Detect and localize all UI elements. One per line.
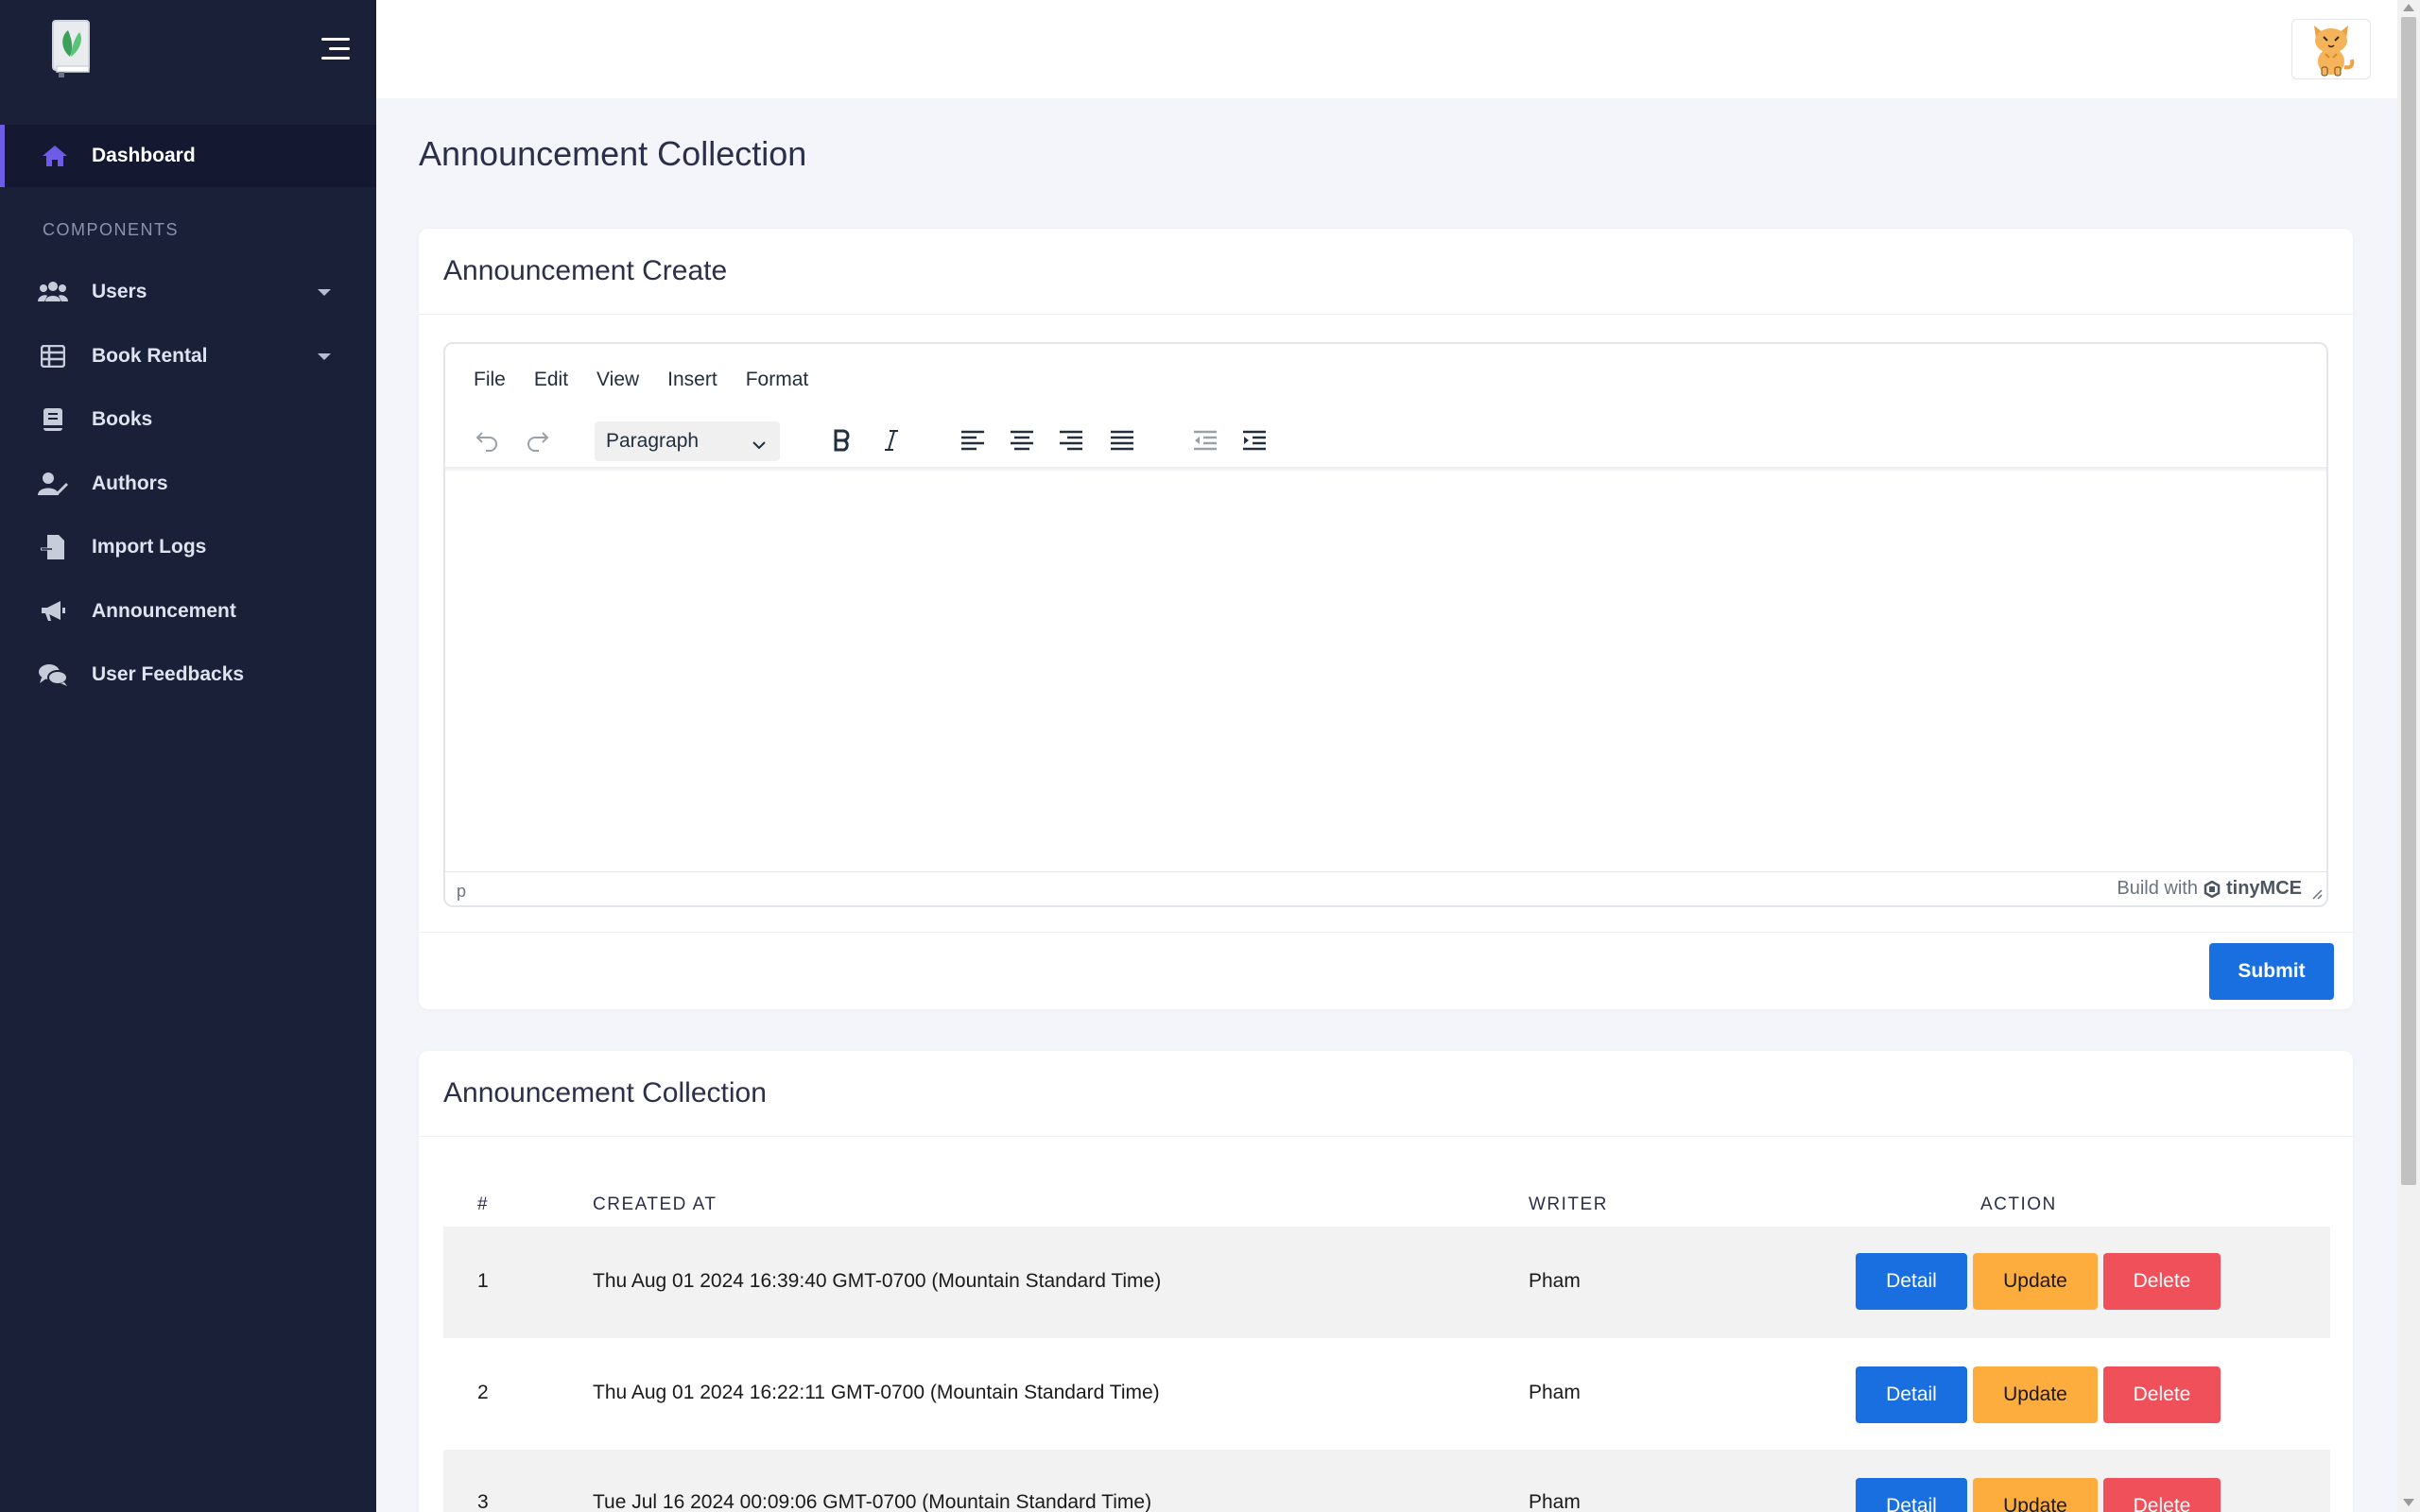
user-edit-icon	[38, 469, 68, 499]
column-header-number: #	[477, 1194, 490, 1214]
bullhorn-icon	[38, 596, 68, 627]
row-number: 1	[477, 1270, 489, 1292]
align-left-icon[interactable]	[954, 421, 992, 459]
menu-insert[interactable]: Insert	[667, 369, 717, 391]
scroll-down-icon[interactable]	[2403, 1499, 2414, 1506]
divider	[419, 314, 2353, 315]
menu-file[interactable]: File	[474, 369, 506, 391]
page-scrollbar[interactable]	[2397, 0, 2420, 1512]
editor-menubar: File Edit View Insert Format	[474, 369, 837, 391]
brand-name: tinyMCE	[2226, 878, 2302, 899]
undo-icon[interactable]	[468, 421, 506, 459]
page-title: Announcement Collection	[419, 134, 807, 173]
block-format-value: Paragraph	[606, 430, 700, 452]
tinymce-logo-icon	[2204, 880, 2221, 898]
editor-statusbar: p Build with tinyMCE	[445, 871, 2326, 905]
users-icon	[38, 277, 68, 307]
align-right-icon[interactable]	[1052, 421, 1090, 459]
logo-icon[interactable]	[49, 17, 95, 79]
column-header-created-at: CREATED AT	[593, 1194, 717, 1214]
sidebar-item-authors[interactable]: Authors	[0, 453, 376, 515]
italic-icon[interactable]	[873, 421, 910, 459]
sidebar-item-books[interactable]: Books	[0, 388, 376, 451]
sidebar-item-announcement[interactable]: Announcement	[0, 580, 376, 643]
topbar	[376, 0, 2397, 98]
element-path[interactable]: p	[457, 882, 466, 902]
indent-icon[interactable]	[1236, 421, 1273, 459]
section-label: COMPONENTS	[43, 220, 180, 239]
card-title: Announcement Create	[443, 255, 728, 286]
menu-format[interactable]: Format	[746, 369, 809, 391]
file-import-icon	[38, 532, 68, 562]
row-writer: Pham	[1529, 1491, 1581, 1512]
divider	[419, 932, 2353, 933]
book-icon	[38, 404, 68, 435]
home-icon	[40, 141, 70, 171]
editor-brand[interactable]: Build with tinyMCE	[2117, 878, 2302, 900]
scroll-up-icon[interactable]	[2403, 4, 2414, 11]
sidebar-item-label: Books	[92, 408, 153, 430]
sidebar-item-label: Dashboard	[92, 145, 196, 166]
update-button[interactable]: Update	[1973, 1366, 2098, 1423]
rich-text-editor: File Edit View Insert Format Paragraph p…	[443, 342, 2328, 907]
align-justify-icon[interactable]	[1103, 421, 1141, 459]
row-created-at: Thu Aug 01 2024 16:22:11 GMT-0700 (Mount…	[593, 1382, 1160, 1403]
sidebar-item-import-logs[interactable]: Import Logs	[0, 516, 376, 578]
sidebar: Dashboard COMPONENTS Users Book Rental B…	[0, 0, 376, 1512]
row-created-at: Thu Aug 01 2024 16:39:40 GMT-0700 (Mount…	[593, 1270, 1162, 1292]
sidebar-item-book-rental[interactable]: Book Rental	[0, 325, 376, 387]
caret-down-icon	[318, 352, 331, 360]
detail-button[interactable]: Detail	[1856, 1366, 1967, 1423]
announcement-create-card: Announcement Create File Edit View Inser…	[419, 229, 2353, 1009]
chevron-down-icon	[752, 434, 767, 456]
brand-prefix: Build with	[2117, 878, 2198, 899]
avatar[interactable]	[2291, 19, 2371, 79]
sidebar-item-user-feedbacks[interactable]: User Feedbacks	[0, 644, 376, 706]
sidebar-item-label: Import Logs	[92, 536, 207, 558]
table-icon	[38, 341, 68, 371]
sidebar-item-label: User Feedbacks	[92, 663, 245, 685]
comments-icon	[38, 660, 68, 690]
bold-icon[interactable]	[823, 421, 861, 459]
cat-avatar-icon	[2314, 26, 2355, 77]
menu-edit[interactable]: Edit	[534, 369, 568, 391]
row-created-at: Tue Jul 16 2024 00:09:06 GMT-0700 (Mount…	[593, 1491, 1152, 1512]
submit-button[interactable]: Submit	[2209, 943, 2334, 1000]
detail-button[interactable]: Detail	[1856, 1253, 1967, 1310]
column-header-action: ACTION	[1980, 1194, 2057, 1214]
sidebar-item-label: Announcement	[92, 600, 236, 622]
resize-handle-icon[interactable]	[2311, 887, 2323, 904]
sidebar-item-label: Book Rental	[92, 345, 208, 367]
menu-view[interactable]: View	[596, 369, 639, 391]
table-row: 1 Thu Aug 01 2024 16:39:40 GMT-0700 (Mou…	[443, 1227, 2330, 1338]
row-number: 2	[477, 1382, 489, 1403]
update-button[interactable]: Update	[1973, 1478, 2098, 1512]
align-center-icon[interactable]	[1003, 421, 1041, 459]
scroll-thumb[interactable]	[2401, 17, 2416, 1185]
sidebar-item-dashboard[interactable]: Dashboard	[0, 125, 376, 187]
announcement-collection-card: Announcement Collection # CREATED AT WRI…	[419, 1051, 2353, 1512]
block-format-select[interactable]: Paragraph	[595, 421, 780, 461]
sidebar-item-label: Authors	[92, 472, 168, 494]
divider	[419, 1136, 2353, 1137]
sidebar-item-label: Users	[92, 281, 147, 302]
sidebar-item-users[interactable]: Users	[0, 261, 376, 323]
editor-content-area[interactable]	[445, 472, 2326, 869]
card-title: Announcement Collection	[443, 1077, 767, 1108]
caret-down-icon	[318, 288, 331, 296]
row-number: 3	[477, 1491, 489, 1512]
outdent-icon[interactable]	[1186, 421, 1224, 459]
table-row: 2 Thu Aug 01 2024 16:22:11 GMT-0700 (Mou…	[443, 1338, 2330, 1450]
table-row: 3 Tue Jul 16 2024 00:09:06 GMT-0700 (Mou…	[443, 1450, 2330, 1512]
delete-button[interactable]: Delete	[2103, 1478, 2221, 1512]
delete-button[interactable]: Delete	[2103, 1366, 2221, 1423]
delete-button[interactable]: Delete	[2103, 1253, 2221, 1310]
update-button[interactable]: Update	[1973, 1253, 2098, 1310]
row-writer: Pham	[1529, 1270, 1581, 1292]
redo-icon[interactable]	[519, 421, 557, 459]
column-header-writer: WRITER	[1529, 1194, 1608, 1214]
row-writer: Pham	[1529, 1382, 1581, 1403]
detail-button[interactable]: Detail	[1856, 1478, 1967, 1512]
menu-toggle-icon[interactable]	[318, 36, 350, 62]
